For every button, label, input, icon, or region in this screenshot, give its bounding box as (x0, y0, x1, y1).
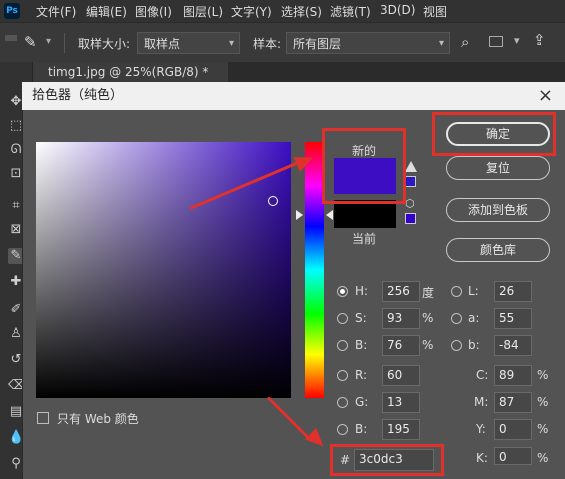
l-label: L: (468, 284, 479, 298)
b-label: B: (355, 338, 368, 352)
sample-label: 样本: (253, 37, 282, 51)
web-only-label: 只有 Web 颜色 (57, 412, 139, 426)
dialog-title: 拾色器（纯色） (32, 88, 124, 103)
menu-edit[interactable]: 编辑(E) (86, 3, 127, 20)
eyedropper-icon[interactable]: ✎ (24, 33, 37, 51)
share-icon[interactable]: ⇪ (533, 31, 546, 49)
m-label: M: (474, 395, 489, 409)
menu-image[interactable]: 图像(I) (135, 3, 172, 20)
g-input[interactable]: 13 (382, 392, 420, 413)
h-radio[interactable] (337, 286, 348, 297)
k-input[interactable]: 0 (494, 447, 532, 465)
menu-layer[interactable]: 图层(L) (183, 3, 223, 20)
document-tab-title: timg1.jpg @ 25%(RGB/8) * (48, 65, 209, 79)
menu-select[interactable]: 选择(S) (281, 3, 322, 20)
annotation-box-new-color (322, 128, 406, 204)
annotation-box-ok (432, 112, 556, 156)
sample-value: 所有图层 (293, 37, 342, 51)
menu-file[interactable]: 文件(F) (36, 3, 76, 20)
s-radio[interactable] (337, 313, 348, 324)
s-label: S: (355, 311, 367, 325)
menu-filter[interactable]: 滤镜(T) (330, 3, 371, 20)
s-unit: % (422, 311, 434, 325)
color-field-cursor[interactable] (268, 196, 278, 206)
out-of-gamut-warning-icon[interactable] (405, 161, 417, 172)
y-input[interactable]: 0 (494, 419, 532, 440)
s-input[interactable]: 93 (382, 308, 420, 329)
m-input[interactable]: 87 (494, 392, 532, 413)
c-unit: % (537, 368, 549, 382)
k-unit: % (537, 451, 549, 465)
web-safe-swatch[interactable] (405, 213, 416, 224)
hue-slider-right-handle-icon[interactable] (326, 210, 333, 220)
g-radio[interactable] (337, 397, 348, 408)
divider (64, 33, 65, 53)
rgb-b-radio[interactable] (337, 424, 348, 435)
a-label: a: (468, 311, 480, 325)
hue-slider-left-handle-icon[interactable] (296, 210, 303, 220)
chevron-down-icon: ▾ (438, 38, 444, 49)
m-unit: % (537, 395, 549, 409)
sample-size-select[interactable]: 取样点 ▾ (137, 32, 240, 54)
h-unit: 度 (422, 286, 435, 300)
a-radio[interactable] (451, 313, 462, 324)
h-label: H: (355, 284, 369, 298)
annotation-box-hex (330, 444, 444, 476)
document-tab[interactable]: timg1.jpg @ 25%(RGB/8) * × (28, 62, 228, 99)
sample-select[interactable]: 所有图层 ▾ (286, 32, 450, 54)
chevron-down-icon[interactable]: ▾ (514, 34, 520, 47)
y-label: Y: (476, 422, 486, 436)
y-unit: % (537, 422, 549, 436)
h-input[interactable]: 256 (382, 281, 420, 302)
chevron-down-icon: ▾ (228, 38, 234, 49)
g-label: G: (355, 395, 369, 409)
add-to-swatches-button[interactable]: 添加到色板 (446, 198, 550, 222)
color-libraries-button[interactable]: 颜色库 (446, 238, 550, 262)
menu-3d[interactable]: 3D(D) (380, 3, 415, 17)
dialog-title-bar: 拾色器（纯色） × (22, 82, 565, 110)
b-input[interactable]: 76 (382, 335, 420, 356)
k-label: K: (476, 451, 488, 465)
menu-bar: Ps 文件(F) 编辑(E) 图像(I) 图层(L) 文字(Y) 选择(S) 滤… (0, 0, 565, 22)
rgb-b-input[interactable]: 195 (382, 419, 420, 440)
b-radio[interactable] (337, 340, 348, 351)
gamut-swatch[interactable] (405, 176, 416, 187)
l-radio[interactable] (451, 286, 462, 297)
chevron-down-icon[interactable]: ▾ (46, 36, 51, 47)
r-radio[interactable] (337, 370, 348, 381)
web-safe-cube-icon[interactable]: ⬡ (405, 198, 415, 209)
reset-button[interactable]: 复位 (446, 156, 550, 180)
workspace-icon[interactable] (489, 36, 503, 47)
c-input[interactable]: 89 (494, 365, 532, 386)
r-input[interactable]: 60 (382, 365, 420, 386)
web-only-checkbox[interactable] (37, 412, 49, 424)
options-bar: ✎ ▾ 取样大小: 取样点 ▾ 样本: 所有图层 ▾ ⌕ ▾ ⇪ (0, 22, 565, 63)
menu-type[interactable]: 文字(Y) (231, 3, 272, 20)
menu-bar-end (456, 0, 565, 22)
close-icon[interactable]: × (538, 82, 553, 110)
sample-size-value: 取样点 (144, 37, 181, 51)
lab-b-input[interactable]: -84 (494, 335, 532, 356)
r-label: R: (355, 368, 368, 382)
photoshop-logo-icon: Ps (4, 3, 20, 19)
sample-size-label: 取样大小: (78, 37, 131, 51)
l-input[interactable]: 26 (494, 281, 532, 302)
a-input[interactable]: 55 (494, 308, 532, 329)
search-icon[interactable]: ⌕ (461, 33, 469, 51)
menu-view[interactable]: 视图 (423, 3, 447, 20)
grip-icon (5, 35, 17, 41)
rgb-b-label: B: (355, 422, 368, 436)
lab-b-label: b: (468, 338, 480, 352)
b-unit: % (422, 338, 434, 352)
lab-b-radio[interactable] (451, 340, 462, 351)
current-color-label: 当前 (352, 232, 377, 246)
c-label: C: (476, 368, 489, 382)
current-color-swatch[interactable] (334, 200, 396, 228)
